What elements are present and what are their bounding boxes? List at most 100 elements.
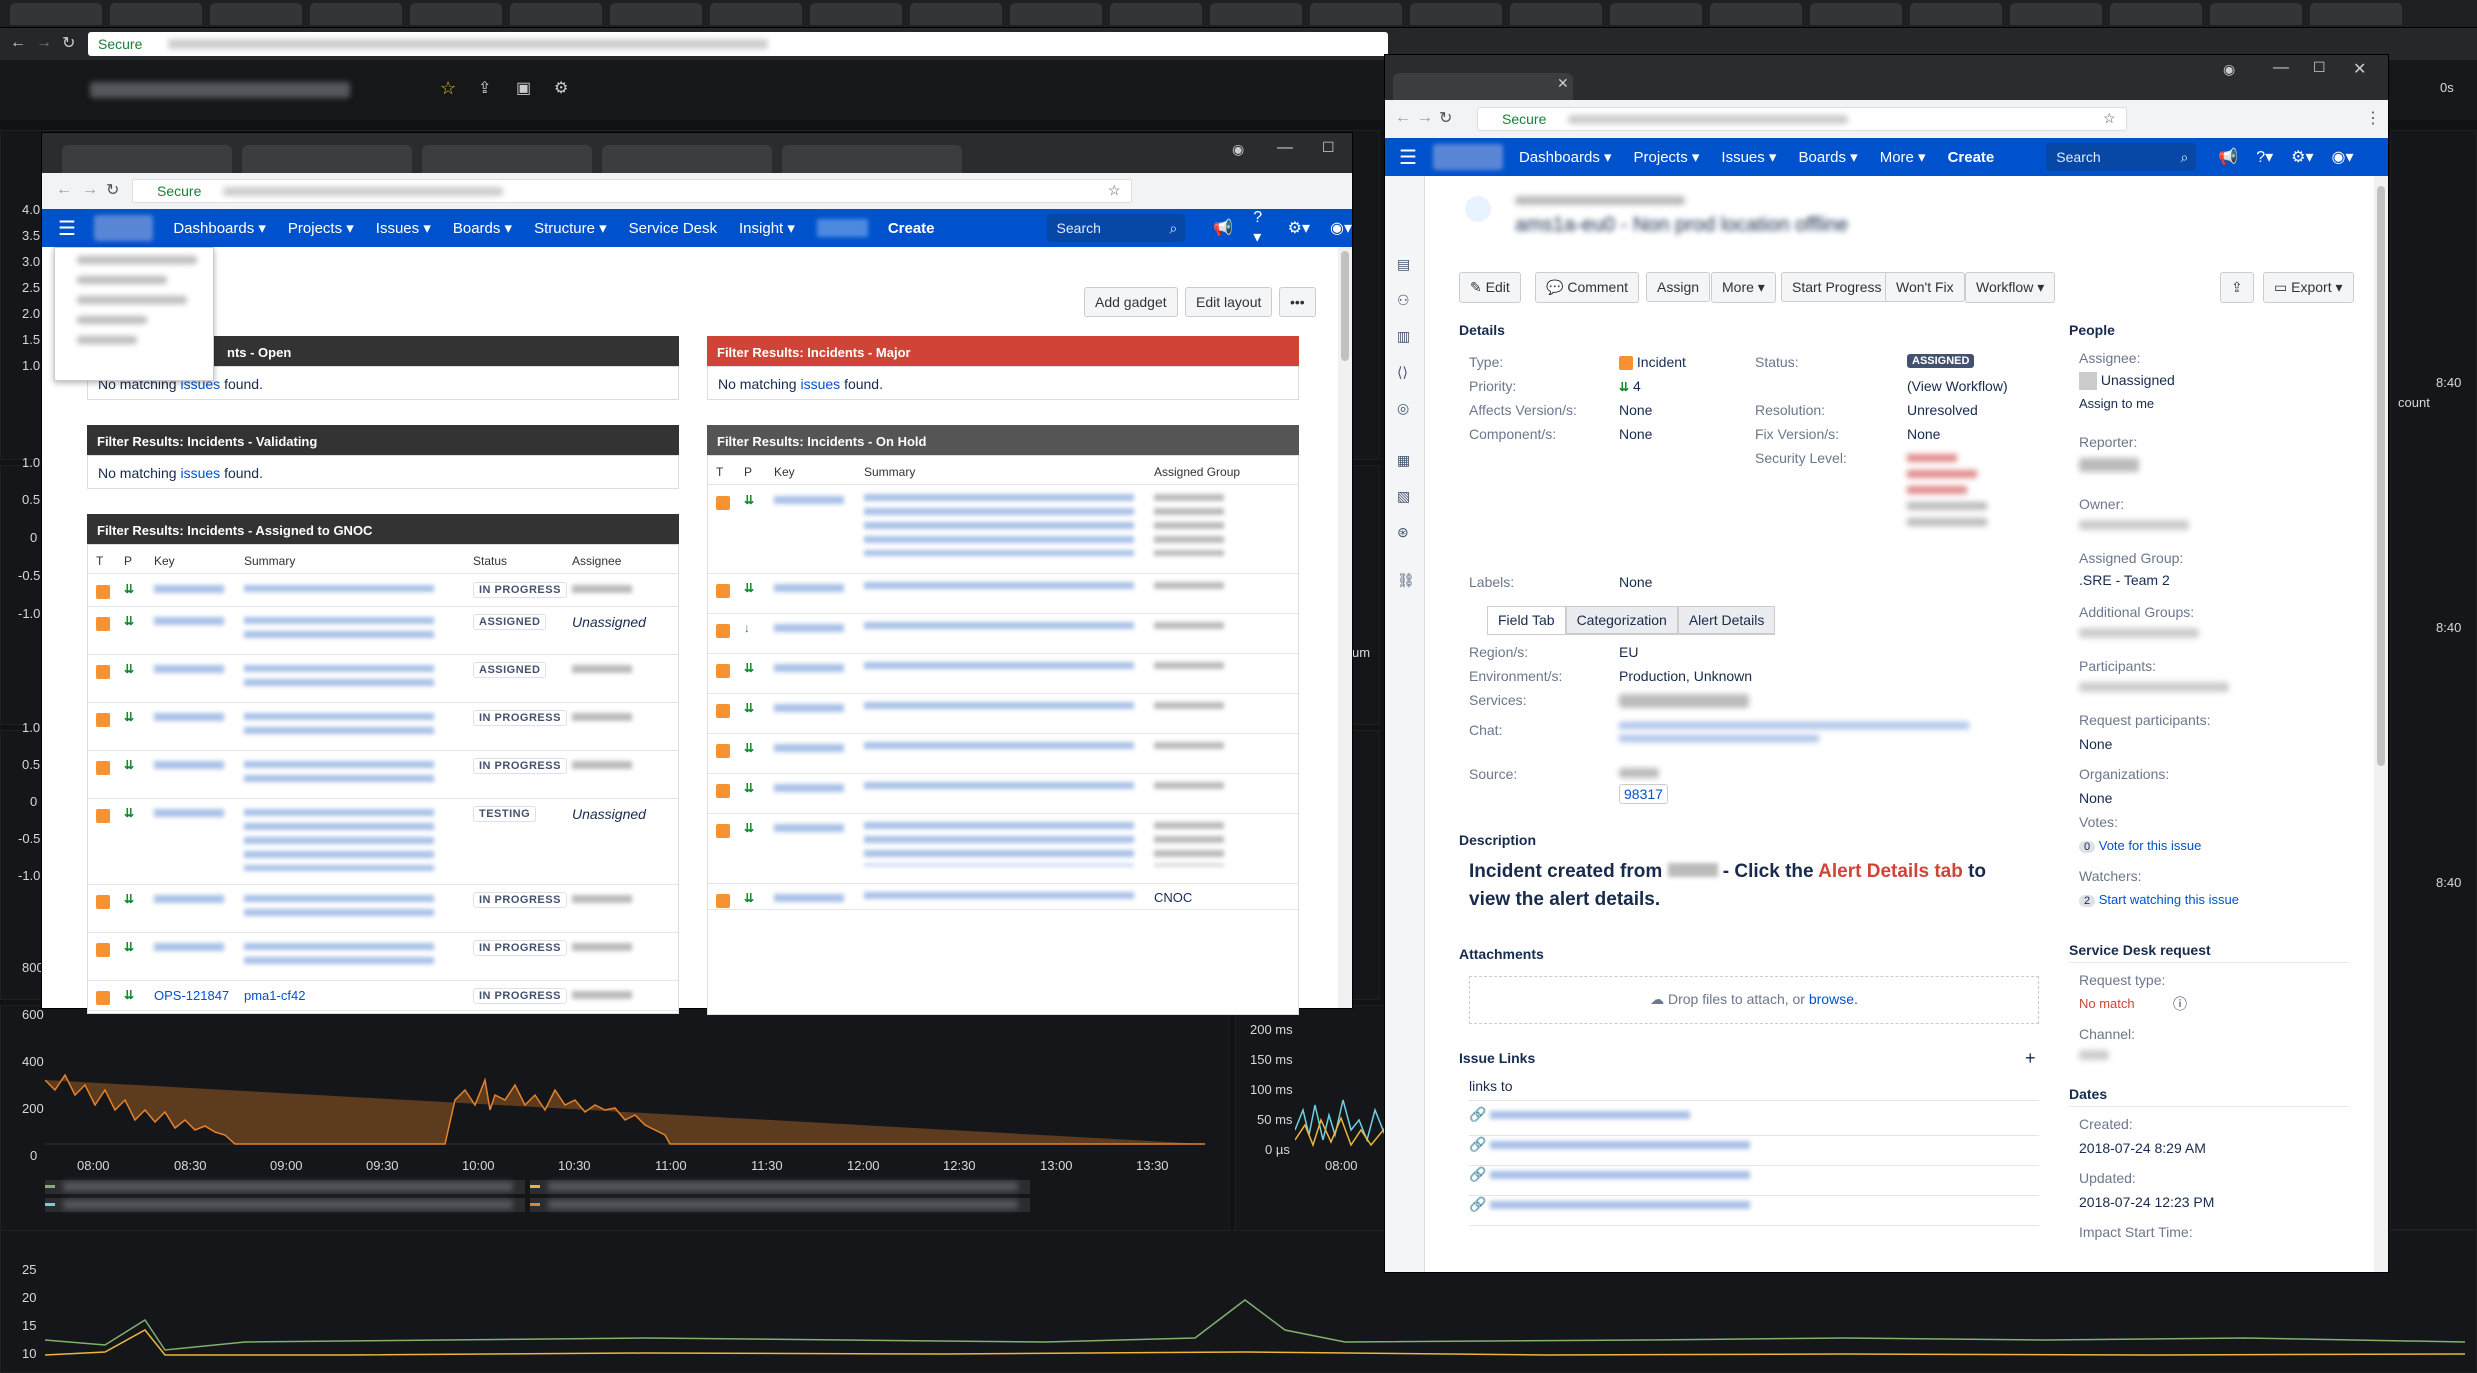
jira-logo[interactable] [93, 215, 154, 241]
watch-link[interactable]: Start watching this issue [2099, 892, 2239, 907]
issue-key-link[interactable] [774, 624, 844, 632]
settings-icon[interactable]: ◎ [1397, 400, 1409, 417]
table-row[interactable]: ⇊ IN PROGRESS [88, 575, 678, 607]
browser-tab[interactable] [1110, 3, 1202, 25]
nav-service-desk[interactable]: Service Desk [629, 220, 717, 237]
browser-tab[interactable] [110, 3, 202, 25]
nav-dashboards[interactable]: Dashboards ▾ [1519, 148, 1612, 166]
assign-button[interactable]: Assign [1646, 272, 1711, 302]
jira-logo[interactable] [1432, 144, 1503, 170]
browser-tab[interactable] [1393, 73, 1573, 100]
maximize-icon[interactable]: ☐ [2313, 59, 2326, 76]
bookmark-star-icon[interactable]: ☆ [1108, 182, 1121, 199]
help-icon[interactable]: ?▾ [2256, 147, 2273, 167]
table-row[interactable]: ⇊ IN PROGRESS [88, 885, 678, 933]
browser-tab[interactable] [422, 145, 592, 173]
browser-tab[interactable] [210, 3, 302, 25]
pages-icon[interactable]: ▦ [1397, 452, 1410, 469]
browser-tab[interactable] [10, 3, 102, 25]
nav-structure[interactable]: Structure ▾ [534, 219, 607, 237]
issues-link[interactable]: issues [180, 465, 220, 481]
maximize-icon[interactable]: ☐ [1322, 139, 1335, 156]
summary-link[interactable] [244, 761, 434, 785]
summary-link[interactable] [244, 585, 434, 593]
issue-key-link[interactable] [774, 704, 844, 712]
scrollbar[interactable] [1338, 247, 1352, 1008]
reload-icon[interactable]: ↻ [62, 33, 75, 53]
issue-key-link[interactable] [774, 664, 844, 672]
back-icon[interactable]: ← [10, 34, 26, 52]
forward-icon[interactable]: → [1417, 109, 1433, 127]
summary-link[interactable] [864, 702, 1134, 716]
outer-url-field[interactable]: Secure [88, 32, 1388, 56]
more-actions-button[interactable]: More ▾ [1711, 272, 1776, 303]
reload-icon[interactable]: ↻ [1439, 108, 1452, 128]
tab-categorization[interactable]: Categorization [1565, 606, 1678, 634]
issue-key-link[interactable] [774, 824, 844, 832]
more-button[interactable]: ••• [1279, 287, 1316, 317]
browser-tab[interactable] [2210, 3, 2302, 25]
minimize-icon[interactable]: — [1277, 139, 1293, 157]
table-row[interactable]: ⇊ [708, 574, 1298, 614]
summary-link[interactable] [864, 742, 1134, 756]
tab-alert-details[interactable]: Alert Details [1677, 606, 1776, 634]
nav-issues[interactable]: Issues ▾ [376, 219, 431, 237]
summary-link[interactable] [864, 892, 1134, 900]
table-row[interactable]: ⇊ CNOC [708, 884, 1298, 910]
vote-link[interactable]: Vote for this issue [2099, 838, 2202, 853]
table-row[interactable]: ⇊ IN PROGRESS [88, 933, 678, 981]
summary-link[interactable] [244, 943, 434, 967]
search-input[interactable]: Search ⌕ [2046, 143, 2197, 171]
browser-tab[interactable] [610, 3, 702, 25]
issue-key-link[interactable] [154, 713, 224, 721]
summary-link[interactable] [244, 617, 434, 641]
browser-tab[interactable] [602, 145, 772, 173]
create-button[interactable]: Create [1948, 149, 1995, 166]
table-row[interactable]: ⇊ OPS-121847 pma1-cf42 IN PROGRESS [88, 981, 678, 1011]
browser-tab[interactable] [2310, 3, 2402, 25]
summary-link[interactable] [864, 494, 1134, 556]
code-icon[interactable]: ⟨⟩ [1397, 364, 1408, 381]
browser-tab[interactable] [1910, 3, 2002, 25]
table-row[interactable]: ⇊ IN PROGRESS [88, 751, 678, 799]
notifications-icon[interactable]: 📢 [2218, 147, 2238, 167]
forward-icon[interactable]: → [82, 181, 98, 199]
compass-icon[interactable]: ⊛ [1397, 524, 1409, 541]
browser-tab[interactable] [410, 3, 502, 25]
assign-to-me-link[interactable]: Assign to me [2079, 396, 2154, 411]
notifications-icon[interactable]: 📢 [1213, 218, 1233, 238]
comment-button[interactable]: 💬 Comment [1535, 272, 1640, 303]
summary-link[interactable] [864, 662, 1134, 676]
issue-key-link[interactable] [154, 809, 224, 817]
workflow-button[interactable]: Workflow ▾ [1965, 272, 2056, 303]
add-gadget-button[interactable]: Add gadget [1084, 287, 1178, 317]
issue-key-link[interactable] [154, 895, 224, 903]
table-row[interactable]: ⇊ ASSIGNED [88, 655, 678, 703]
search-input[interactable]: Search ⌕ [1046, 214, 1186, 242]
summary-link[interactable] [864, 582, 1134, 596]
browser-tab[interactable] [910, 3, 1002, 25]
summary-link[interactable] [244, 665, 434, 689]
start-progress-button[interactable]: Start Progress [1781, 272, 1893, 302]
issue-key-link[interactable] [774, 584, 844, 592]
summary-link[interactable] [244, 809, 434, 871]
nav-issues[interactable]: Issues ▾ [1721, 148, 1776, 166]
help-icon[interactable]: ?▾ [1253, 209, 1267, 247]
back-icon[interactable]: ← [1395, 109, 1411, 127]
browser-tab[interactable] [1710, 3, 1802, 25]
avatar[interactable]: ◉▾ [2332, 147, 2354, 167]
issue-key-link[interactable] [774, 744, 844, 752]
source-id-link[interactable]: 98317 [1619, 784, 1668, 804]
browser-tab[interactable] [1310, 3, 1402, 25]
link-icon[interactable]: ⛓ [1397, 572, 1415, 589]
link-row[interactable]: 🔗 [1469, 1136, 2039, 1166]
table-row[interactable]: ⇊ ASSIGNED Unassigned [88, 607, 678, 655]
back-icon[interactable]: ← [56, 181, 72, 199]
issue-key-link[interactable] [154, 585, 224, 593]
share-button[interactable]: ⇪ [2220, 272, 2254, 303]
issue-key-link[interactable] [154, 617, 224, 625]
create-button[interactable]: Create [888, 220, 935, 237]
avatar[interactable]: ◉▾ [1330, 218, 1352, 238]
issue-key-link[interactable] [774, 894, 844, 902]
browser-menu-icon[interactable]: ⋮ [2365, 108, 2381, 128]
